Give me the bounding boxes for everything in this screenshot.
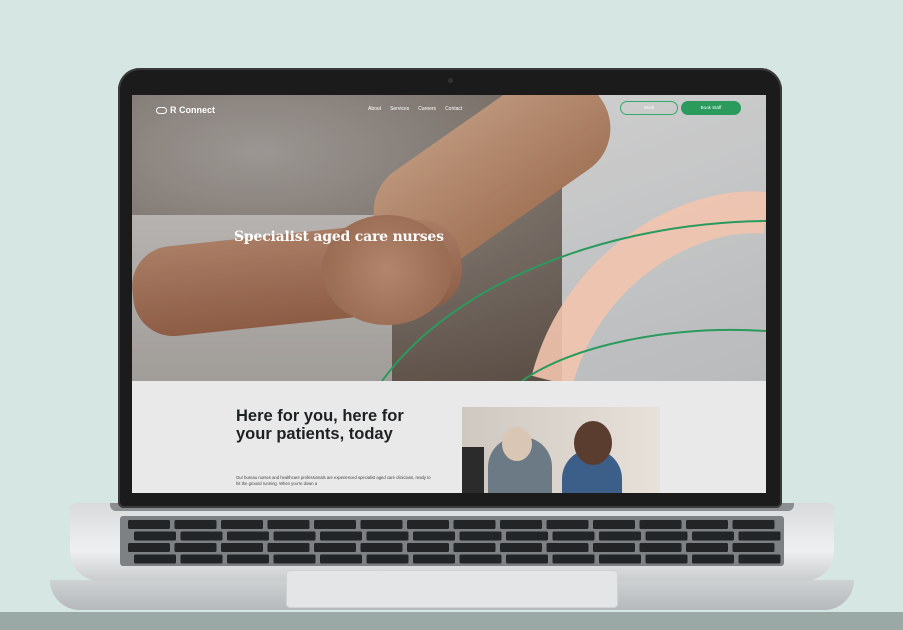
photo-patient-head (502, 427, 532, 461)
keyboard (120, 516, 784, 566)
keyboard-key (686, 520, 728, 529)
logo-mark-icon (156, 106, 167, 114)
keyboard-key (738, 531, 781, 541)
keyboard-key (453, 543, 496, 552)
keyboard-key (593, 543, 635, 552)
intro-heading: Here for you, here for your patients, to… (236, 407, 426, 443)
keyboard-key (692, 531, 734, 541)
keyboard-key (453, 520, 496, 529)
hero-title: Specialist aged care nurses (234, 229, 444, 245)
keyboard-key (273, 531, 316, 541)
desk-surface (0, 612, 903, 630)
intro-photo (462, 407, 660, 493)
book-staff-button[interactable]: Book Staff (681, 101, 741, 115)
keyboard-key (459, 531, 502, 541)
laptop-screen-bezel: R Connect About Services Careers Contact… (118, 68, 782, 508)
site-navbar: R Connect About Services Careers Contact… (132, 95, 766, 125)
hero-arc-graphic (381, 191, 766, 381)
intro-body: Our bureau nurses and healthcare profess… (236, 475, 431, 486)
keyboard-key (692, 554, 734, 564)
nav-link-services[interactable]: Services (390, 106, 409, 112)
intro-section: Here for you, here for your patients, to… (132, 381, 766, 493)
intro-heading-line1: Here for you, here for (236, 407, 404, 425)
keyboard-key (320, 531, 362, 541)
keyboard-key (221, 520, 263, 529)
keyboard-key (360, 520, 403, 529)
keyboard-key (413, 554, 455, 564)
keyboard-key (593, 520, 635, 529)
keyboard-key (506, 531, 548, 541)
camera-icon (448, 78, 453, 83)
keyboard-key (738, 554, 781, 564)
keyboard-key (645, 554, 688, 564)
keyboard-key (366, 531, 409, 541)
keyboard-key (314, 520, 356, 529)
nav-link-about[interactable]: About (368, 106, 381, 112)
keyboard-key (413, 531, 455, 541)
keyboard-key (645, 531, 688, 541)
website-screen: R Connect About Services Careers Contact… (132, 95, 766, 493)
keyboard-key (314, 543, 356, 552)
keyboard-key (174, 543, 217, 552)
keyboard-key (599, 531, 641, 541)
keyboard-key (506, 554, 548, 564)
keyboard-key (221, 543, 263, 552)
keyboard-key (546, 520, 589, 529)
keyboard-key (174, 520, 217, 529)
keyboard-key (267, 543, 310, 552)
photo-frame (462, 447, 484, 493)
keyboard-key (128, 543, 170, 552)
keyboard-key (599, 554, 641, 564)
trackpad (286, 570, 618, 608)
keyboard-key (320, 554, 362, 564)
keyboard-key (227, 531, 269, 541)
logo-text: R Connect (170, 105, 215, 115)
keyboard-key (134, 531, 176, 541)
keyboard-key (500, 543, 542, 552)
keyboard-key (459, 554, 502, 564)
keyboard-key (639, 520, 682, 529)
keyboard-key (639, 543, 682, 552)
keyboard-key (128, 520, 170, 529)
keyboard-key (273, 554, 316, 564)
work-button[interactable]: Work (620, 101, 678, 115)
keyboard-key (407, 543, 449, 552)
intro-heading-line2: your patients, today (236, 425, 393, 443)
keyboard-key (366, 554, 409, 564)
keyboard-key (180, 554, 223, 564)
keyboard-key (227, 554, 269, 564)
nav-link-careers[interactable]: Careers (418, 106, 436, 112)
nav-link-contact[interactable]: Contact (445, 106, 462, 112)
keyboard-key (732, 543, 775, 552)
hero-section: R Connect About Services Careers Contact… (132, 95, 766, 381)
keyboard-key (134, 554, 176, 564)
site-logo[interactable]: R Connect (156, 105, 215, 115)
keyboard-key (552, 554, 595, 564)
keyboard-key (407, 520, 449, 529)
keyboard-key (267, 520, 310, 529)
keyboard-key (546, 543, 589, 552)
keyboard-key (686, 543, 728, 552)
nav-links: About Services Careers Contact (368, 106, 462, 112)
keyboard-key (552, 531, 595, 541)
photo-nurse-head (574, 421, 612, 465)
keyboard-key (180, 531, 223, 541)
keyboard-key (732, 520, 775, 529)
keyboard-key (500, 520, 542, 529)
keyboard-key (360, 543, 403, 552)
